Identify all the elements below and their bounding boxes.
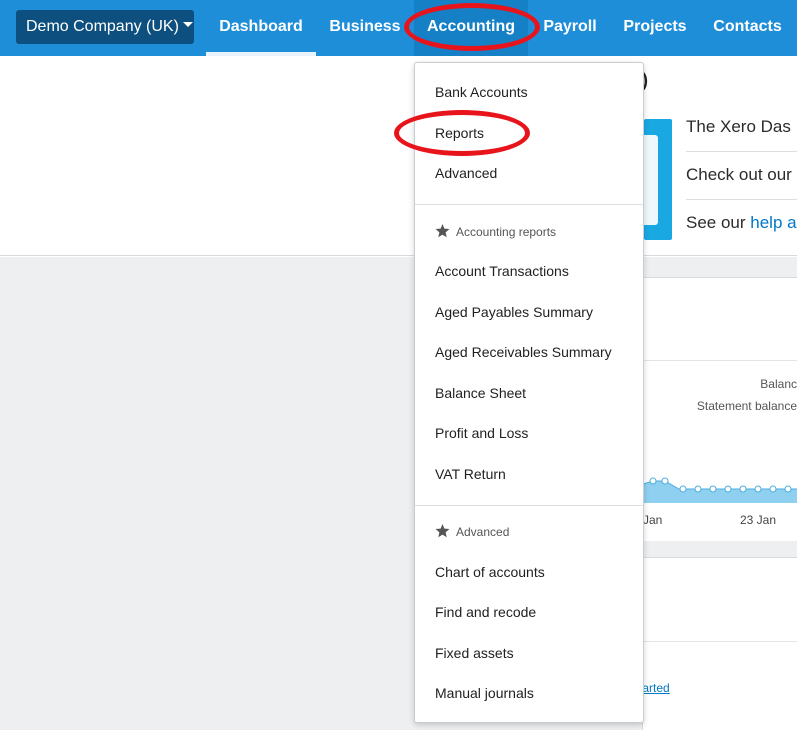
dashboard-header-area	[0, 56, 797, 256]
menu-heading-accounting-reports: Accounting reports	[435, 224, 556, 239]
promo-line-3: See our help a	[686, 213, 797, 232]
chart-axis-label: 23 Jan	[740, 513, 777, 527]
menu-item-fixed-assets[interactable]: Fixed assets	[435, 645, 514, 661]
balance-label: Balanc	[760, 377, 797, 391]
promo-line-2[interactable]: Check out our	[686, 165, 792, 185]
menu-item-advanced[interactable]: Advanced	[435, 165, 497, 181]
caret-down-icon	[182, 22, 193, 28]
star-icon[interactable]	[435, 224, 450, 238]
menu-item-account-transactions[interactable]: Account Transactions	[435, 263, 569, 279]
accounting-dropdown-menu: Bank Accounts Reports Advanced Accountin…	[414, 62, 644, 723]
menu-heading-advanced: Advanced	[435, 524, 509, 539]
promo-line-1: The Xero Das	[686, 117, 791, 136]
help-link[interactable]: help a	[750, 213, 796, 232]
menu-item-vat-return[interactable]: VAT Return	[435, 466, 506, 482]
top-nav-bar: Demo Company (UK) Dashboard Business Acc…	[0, 0, 797, 56]
menu-item-aged-payables-summary[interactable]: Aged Payables Summary	[435, 304, 593, 320]
nav-payroll[interactable]: Payroll	[528, 0, 612, 56]
menu-item-profit-and-loss[interactable]: Profit and Loss	[435, 425, 528, 441]
card-divider	[643, 360, 797, 361]
menu-item-aged-receivables-summary[interactable]: Aged Receivables Summary	[435, 344, 612, 360]
nav-projects[interactable]: Projects	[612, 0, 698, 56]
balance-chart	[643, 477, 797, 503]
nav-business[interactable]: Business	[316, 0, 414, 56]
nav-dashboard[interactable]: Dashboard	[206, 0, 316, 56]
menu-item-balance-sheet[interactable]: Balance Sheet	[435, 385, 526, 401]
menu-item-bank-accounts[interactable]: Bank Accounts	[435, 84, 528, 100]
nav-contacts[interactable]: Contacts	[698, 0, 797, 56]
dashboard-card: nt d started	[629, 557, 797, 730]
organisation-switcher-button[interactable]: Demo Company (UK)	[16, 10, 194, 44]
promo-divider	[686, 199, 797, 200]
nav-accounting[interactable]: Accounting	[414, 0, 528, 56]
star-icon[interactable]	[435, 524, 450, 538]
card-divider	[643, 641, 797, 642]
org-name: Demo Company (UK)	[26, 18, 179, 35]
menu-item-find-and-recode[interactable]: Find and recode	[435, 604, 536, 620]
promo-divider	[686, 151, 797, 152]
bank-account-card: Balanc Statement balance 6 Jan 23 Jan	[633, 277, 797, 541]
menu-item-chart-of-accounts[interactable]: Chart of accounts	[435, 564, 545, 580]
menu-item-reports[interactable]: Reports	[435, 125, 484, 141]
menu-item-manual-journals[interactable]: Manual journals	[435, 685, 534, 701]
menu-divider	[415, 505, 643, 506]
menu-divider	[415, 204, 643, 205]
statement-balance-label: Statement balance	[696, 399, 797, 413]
promo-illustration	[644, 119, 672, 240]
